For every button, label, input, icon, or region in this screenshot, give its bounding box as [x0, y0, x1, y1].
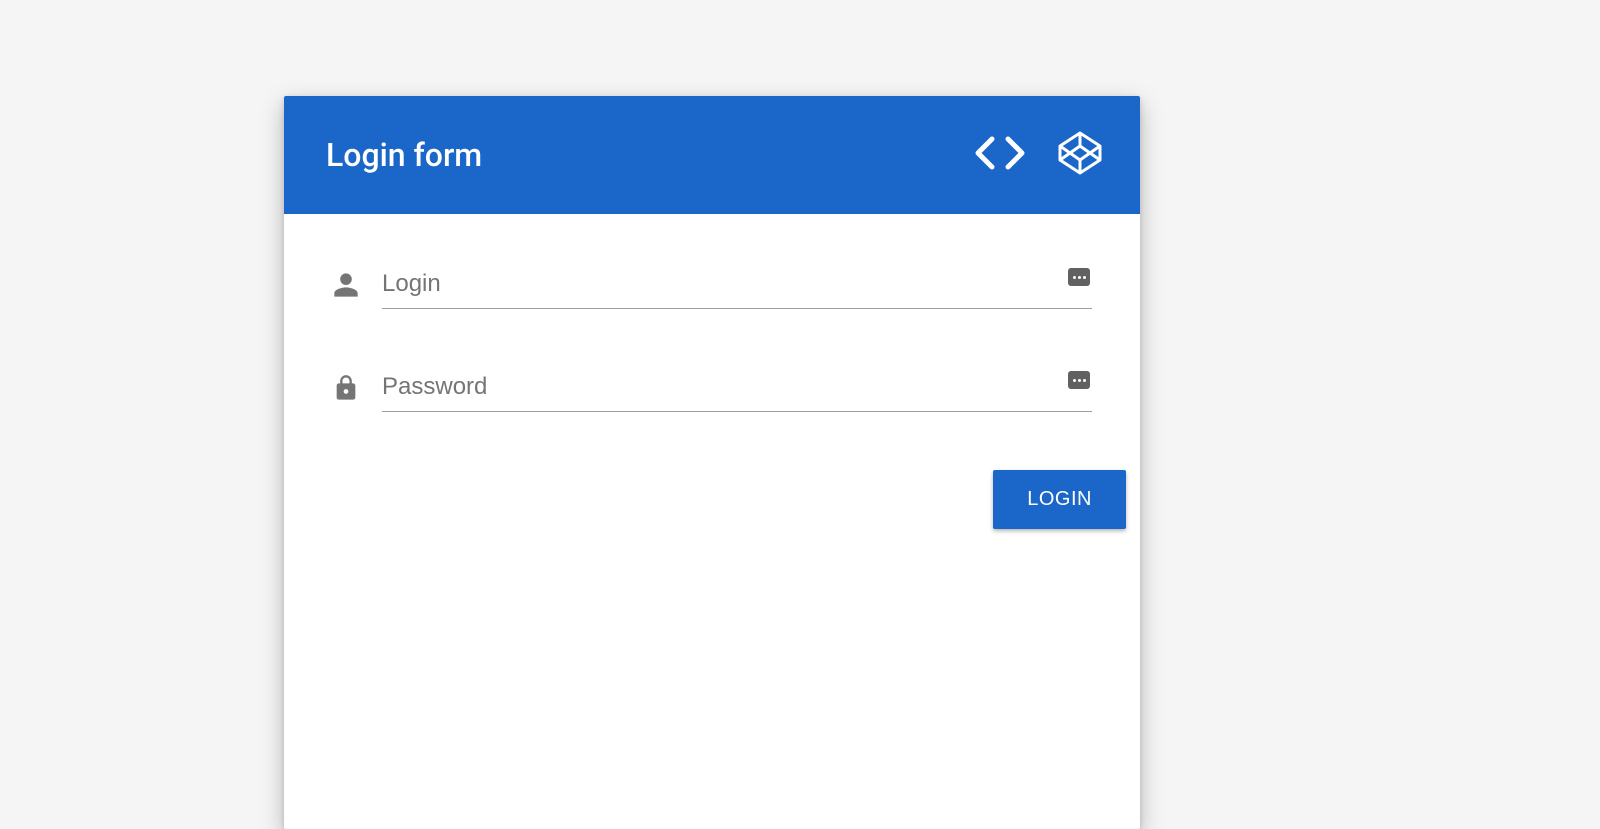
card-header: Login form	[284, 96, 1140, 214]
password-field-row	[332, 367, 1092, 412]
code-icon[interactable]	[974, 135, 1026, 175]
codepen-icon[interactable]	[1056, 129, 1104, 181]
login-input[interactable]	[382, 264, 1092, 309]
login-field-row	[332, 264, 1092, 309]
card-title: Login form	[326, 136, 482, 174]
person-icon	[332, 271, 360, 299]
login-field	[382, 264, 1092, 309]
lock-icon	[332, 374, 360, 402]
card-actions: LOGIN	[284, 470, 1140, 545]
password-input[interactable]	[382, 367, 1092, 412]
login-button[interactable]: LOGIN	[993, 470, 1126, 529]
header-icons	[974, 129, 1104, 181]
password-manager-icon[interactable]	[1068, 371, 1090, 389]
login-card: Login form	[284, 96, 1140, 829]
password-field	[382, 367, 1092, 412]
password-manager-icon[interactable]	[1068, 268, 1090, 286]
card-body	[284, 214, 1140, 412]
